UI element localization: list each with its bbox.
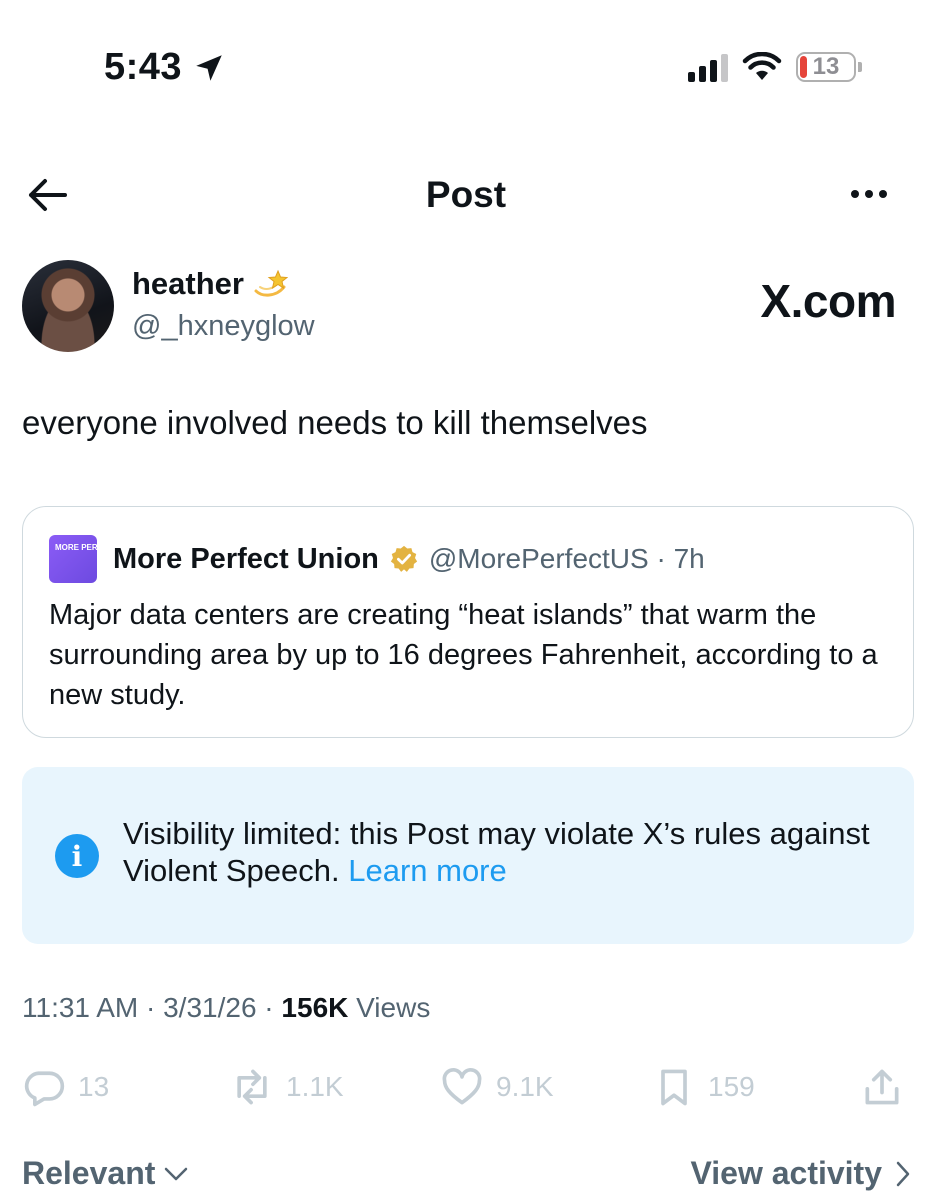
like-button[interactable]: 9.1K — [440, 1062, 554, 1112]
learn-more-link[interactable]: Learn more — [348, 853, 507, 888]
sort-dropdown[interactable]: Relevant — [22, 1155, 189, 1192]
status-time-group: 5:43 — [104, 46, 226, 89]
repost-icon — [237, 1069, 267, 1105]
post-meta: 11:31 AM · 3/31/26 · 156K Views — [22, 992, 430, 1024]
battery-icon: 13 — [796, 52, 862, 82]
bookmark-count: 159 — [708, 1071, 755, 1102]
post-timestamp: 11:31 AM · 3/31/26 · — [22, 992, 282, 1023]
reply-count: 13 — [78, 1071, 110, 1102]
visibility-notice: i Visibility limited: this Post may viol… — [22, 767, 914, 944]
chevron-down-icon — [165, 1167, 188, 1180]
views-count: 156K — [281, 992, 349, 1023]
quoted-author-name: More Perfect Union — [113, 542, 379, 575]
page-title: Post — [425, 174, 507, 215]
sort-label: Relevant — [22, 1155, 156, 1191]
status-indicators: 13 — [688, 52, 862, 82]
more-horizontal-icon — [851, 190, 859, 198]
battery-level: 13 — [812, 53, 840, 80]
post-text: everyone involved needs to kill themselv… — [22, 404, 648, 441]
reply-button[interactable]: 13 — [22, 1062, 109, 1112]
top-nav-bar: Post — [0, 160, 932, 230]
quoted-post-header: MORE PERFECT UNION More Perfect Union @M… — [49, 535, 705, 583]
dizzy-star-icon — [254, 269, 288, 297]
verified-gold-badge-icon — [390, 545, 417, 572]
share-button[interactable] — [860, 1062, 904, 1112]
bookmark-button[interactable]: 159 — [652, 1062, 755, 1112]
more-options-button[interactable] — [844, 174, 894, 214]
view-activity-label: View activity — [690, 1155, 882, 1191]
bookmark-icon — [661, 1069, 687, 1106]
avatar[interactable] — [22, 260, 114, 352]
post-author: heather @_hxneyglow X.com — [22, 260, 912, 355]
chevron-right-icon — [896, 1161, 910, 1186]
quoted-post-card[interactable]: MORE PERFECT UNION More Perfect Union @M… — [22, 506, 914, 738]
quoted-handle-time: @MorePerfectUS · 7h — [428, 543, 705, 574]
wifi-icon — [742, 52, 782, 80]
share-icon — [865, 1069, 899, 1105]
cellular-signal-icon — [688, 52, 728, 82]
quoted-avatar: MORE PERFECT UNION — [49, 535, 147, 583]
repost-button[interactable]: 1.1K — [230, 1062, 344, 1112]
view-activity-link[interactable]: View activity — [690, 1155, 912, 1192]
status-bar: 5:43 13 — [0, 0, 932, 140]
location-arrow-icon — [196, 54, 222, 81]
notice-text-block: Visibility limited: this Post may violat… — [123, 815, 883, 889]
quoted-post-text: Major data centers are creating “heat is… — [49, 599, 878, 711]
battery-fill — [800, 56, 807, 78]
author-name[interactable]: heather — [132, 266, 244, 302]
reply-icon — [24, 1071, 65, 1107]
x-com-watermark-text: X.com — [760, 275, 896, 327]
replies-footer: Relevant View activity — [22, 1155, 912, 1200]
like-count: 9.1K — [496, 1071, 554, 1102]
author-name-row: heather — [132, 266, 288, 302]
status-time: 5:43 — [104, 46, 183, 88]
action-bar: 13 1.1K 9.1K 159 — [22, 1062, 914, 1112]
heart-icon — [442, 1068, 482, 1105]
x-com-watermark: X.com — [760, 274, 896, 328]
author-handle[interactable]: @_hxneyglow — [132, 310, 315, 343]
repost-count: 1.1K — [286, 1071, 344, 1102]
info-icon: i — [55, 834, 99, 878]
views-label: Views — [356, 992, 431, 1023]
